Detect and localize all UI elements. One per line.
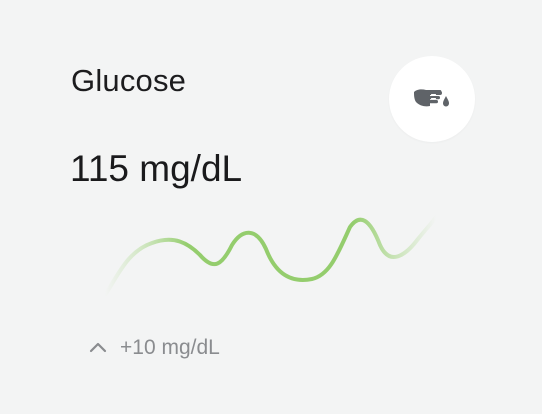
card-title: Glucose: [71, 63, 187, 98]
chevron-up-icon: [88, 336, 108, 360]
delta-value: +10 mg/dL: [120, 336, 220, 359]
glucose-meter-button[interactable]: [389, 56, 475, 142]
glucose-card[interactable]: Glucose 115 mg/dL +10 mg/dL: [0, 0, 542, 414]
glucose-trend-sparkline: [100, 205, 440, 305]
delta-row: +10 mg/dL: [88, 336, 220, 360]
glucose-meter-finger-icon: [412, 82, 452, 117]
sparkline-path: [103, 215, 438, 297]
glucose-value: 115 mg/dL: [70, 148, 243, 189]
